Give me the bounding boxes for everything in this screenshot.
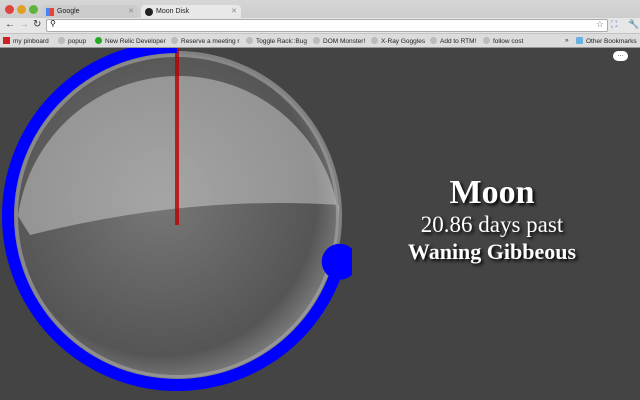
moon-age: 20.86 days past (420, 212, 564, 237)
extension-icon[interactable]: ⛶ (611, 19, 617, 30)
bookmark-item[interactable]: Add to RTM! (430, 37, 476, 45)
chat-bubble-icon[interactable]: ... (613, 51, 628, 61)
back-icon[interactable]: ← (5, 19, 15, 30)
progress-knob[interactable] (321, 243, 358, 280)
google-icon (46, 8, 54, 16)
reload-icon[interactable]: ↻ (33, 19, 41, 30)
close-tab-icon[interactable]: ✕ (231, 7, 237, 15)
browser-chrome: Google ✕ Moon Disk ✕ ← → ↻ ⚲ ☆ ⛶ 🔧 my pinb… (0, 0, 640, 48)
tab-label: Moon Disk (156, 8, 190, 15)
moon-disk (2, 48, 358, 391)
zoom-window-button[interactable] (29, 5, 38, 14)
search-icon: ⚲ (50, 19, 56, 28)
close-window-button[interactable] (5, 5, 14, 14)
minimize-window-button[interactable] (17, 5, 26, 14)
bookmark-item[interactable]: DOM Monster! (313, 37, 365, 45)
bookmarks-bar: my pinboard popup New Relic Developer Re… (0, 34, 640, 48)
bookmark-item[interactable]: New Relic Developer (95, 37, 166, 45)
star-icon[interactable]: ☆ (596, 19, 604, 30)
tab-label: Google (57, 8, 80, 15)
bookmark-item[interactable]: Toggle Rack::Bug (246, 37, 307, 45)
other-bookmarks[interactable]: Other Bookmarks (576, 37, 637, 45)
wrench-icon[interactable]: 🔧 (628, 19, 639, 30)
forward-icon[interactable]: → (19, 19, 29, 30)
moon-phase: Waning Gibbeous (407, 239, 577, 264)
bookmark-item[interactable]: Reserve a meeting r (171, 37, 240, 45)
moon-info: Moon 20.86 days past Waning Gibbeous (372, 174, 612, 266)
tab-moon-disk[interactable]: Moon Disk ✕ (141, 5, 241, 19)
bookmark-item[interactable]: follow cost (483, 37, 523, 45)
bookmarks-overflow[interactable]: » (565, 37, 569, 44)
tab-google[interactable]: Google ✕ (42, 5, 138, 19)
bookmark-item[interactable]: popup (58, 37, 86, 45)
toolbar: ← → ↻ ⚲ ☆ ⛶ 🔧 (0, 18, 640, 33)
address-bar[interactable]: ⚲ ☆ (46, 19, 608, 32)
moon-title: Moon (449, 174, 535, 211)
bookmark-item[interactable]: my pinboard (3, 37, 49, 45)
close-tab-icon[interactable]: ✕ (128, 7, 134, 15)
bookmark-item[interactable]: X-Ray Goggles (371, 37, 425, 45)
moon-icon (145, 8, 153, 16)
